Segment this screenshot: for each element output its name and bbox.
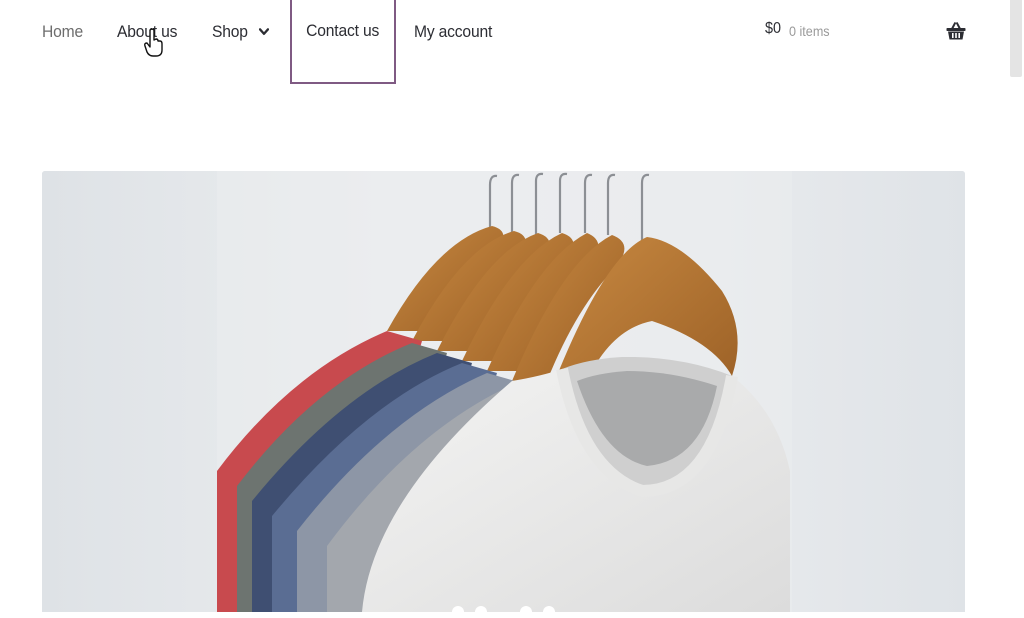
hero-image (42, 171, 965, 612)
basket-icon[interactable] (946, 21, 966, 41)
cart-item-count[interactable]: 0 items (789, 23, 830, 39)
cart-total[interactable]: $0 (765, 20, 781, 38)
nav-item-shop-label: Shop (212, 22, 248, 41)
slider-dot-2[interactable] (475, 606, 487, 618)
slider-dot-4[interactable] (543, 606, 555, 618)
nav-item-home[interactable]: Home (42, 0, 83, 64)
nav-item-shop[interactable]: Shop (212, 0, 269, 64)
slider-dot-1[interactable] (452, 606, 464, 618)
chevron-down-icon[interactable] (258, 28, 269, 36)
nav-item-my-account[interactable]: My account (414, 0, 492, 64)
hero-slider[interactable] (42, 171, 965, 612)
scrollbar-thumb[interactable] (1010, 0, 1022, 77)
slider-dot-3[interactable] (520, 606, 532, 618)
nav-item-contact-us-label: Contact us (306, 21, 380, 40)
hand-cursor-icon (144, 28, 164, 58)
nav-item-contact-us[interactable]: Contact us (290, 0, 396, 84)
